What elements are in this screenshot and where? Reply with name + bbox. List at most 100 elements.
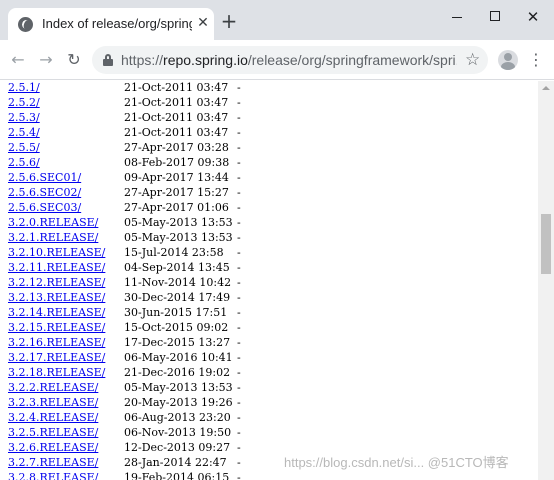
file-size: - [237,81,241,94]
file-size: - [237,111,241,124]
file-size: - [237,96,241,109]
directory-link[interactable]: 3.2.0.RELEASE/ [8,215,98,230]
maximize-icon[interactable] [490,11,500,21]
directory-link[interactable]: 2.5.1/ [8,81,40,95]
modified-date: 06-May-2016 10:41 [124,351,233,364]
directory-link[interactable]: 3.2.1.RELEASE/ [8,230,98,245]
modified-date: 04-Sep-2014 13:45 [124,261,230,274]
reload-icon[interactable]: ↻ [64,50,84,70]
directory-link[interactable]: 2.5.5/ [8,140,40,155]
directory-link[interactable]: 2.5.6.SEC01/ [8,170,81,185]
scroll-up-icon[interactable] [538,81,554,96]
watermark: https://blog.csdn.net/si... @51CTO博客 [284,455,509,470]
file-size: - [237,261,241,274]
browser-toolbar: ← → ↻ https://repo.spring.io/release/org… [0,40,554,80]
file-size: - [237,246,241,259]
new-tab-icon[interactable]: + [220,11,238,31]
scrollbar-thumb[interactable] [541,214,551,274]
file-size: - [237,291,241,304]
modified-date: 12-Dec-2013 09:27 [124,441,231,454]
address-bar[interactable]: https://repo.spring.io/release/org/sprin… [92,46,488,74]
directory-link[interactable]: 3.2.7.RELEASE/ [8,455,98,470]
modified-date: 30-Dec-2014 17:49 [124,291,231,304]
modified-date: 15-Jul-2014 23:58 [124,246,224,259]
modified-date: 30-Jun-2015 17:51 [124,306,228,319]
file-size: - [237,306,241,319]
bookmark-star-icon[interactable]: ☆ [465,50,480,70]
close-window-icon[interactable]: ✕ [522,6,544,28]
file-size: - [237,171,241,184]
url-path: /release/org/springframework/spri... [247,52,457,68]
directory-link[interactable]: 2.5.6/ [8,155,40,170]
file-size: - [237,231,241,244]
modified-date: 09-Apr-2017 13:44 [124,171,229,184]
file-size: - [237,276,241,289]
file-size: - [237,456,241,469]
forward-icon[interactable]: → [36,50,56,70]
modified-date: 05-May-2013 13:53 [124,216,233,229]
file-size: - [237,366,241,379]
directory-link[interactable]: 3.2.2.RELEASE/ [8,380,98,395]
menu-kebab-icon[interactable]: ⋮ [528,50,544,70]
modified-date: 06-Nov-2013 19:50 [124,426,232,439]
modified-date: 28-Jan-2014 22:47 [124,456,227,469]
file-size: - [237,141,241,154]
modified-date: 05-May-2013 13:53 [124,231,233,244]
modified-date: 17-Dec-2015 13:27 [124,336,231,349]
modified-date: 11-Nov-2014 10:42 [124,276,232,289]
url-text[interactable]: https://repo.spring.io/release/org/sprin… [121,52,457,68]
modified-date: 27-Apr-2017 01:06 [124,201,229,214]
directory-link[interactable]: 3.2.13.RELEASE/ [8,290,105,305]
file-size: - [237,126,241,139]
page-content: 2.5.1/21-Oct-2011 03:47-2.5.2/21-Oct-201… [0,81,538,480]
directory-link[interactable]: 3.2.17.RELEASE/ [8,350,105,365]
tab-strip: Index of release/org/springframework ✕ +… [0,0,554,40]
directory-link[interactable]: 3.2.3.RELEASE/ [8,395,98,410]
directory-link[interactable]: 3.2.5.RELEASE/ [8,425,98,440]
modified-date: 15-Oct-2015 09:02 [124,321,229,334]
directory-link[interactable]: 2.5.3/ [8,110,40,125]
directory-link[interactable]: 3.2.16.RELEASE/ [8,335,105,350]
file-size: - [237,186,241,199]
directory-link[interactable]: 3.2.4.RELEASE/ [8,410,98,425]
directory-link[interactable]: 2.5.6.SEC03/ [8,200,81,215]
lock-icon[interactable] [103,54,113,66]
file-size: - [237,396,241,409]
back-icon[interactable]: ← [8,50,28,70]
file-size: - [237,411,241,424]
close-tab-icon[interactable]: ✕ [195,15,211,31]
file-size: - [237,471,241,480]
modified-date: 21-Dec-2016 19:02 [124,366,231,379]
tab-active[interactable]: Index of release/org/springframework ✕ [8,8,214,40]
modified-date: 21-Oct-2011 03:47 [124,81,229,94]
modified-date: 21-Oct-2011 03:47 [124,96,229,109]
directory-link[interactable]: 3.2.18.RELEASE/ [8,365,105,380]
modified-date: 21-Oct-2011 03:47 [124,111,229,124]
modified-date: 27-Apr-2017 15:27 [124,186,229,199]
directory-link[interactable]: 3.2.11.RELEASE/ [8,260,105,275]
directory-link[interactable]: 3.2.14.RELEASE/ [8,305,105,320]
directory-link[interactable]: 2.5.2/ [8,95,40,110]
directory-link[interactable]: 3.2.15.RELEASE/ [8,320,105,335]
file-size: - [237,441,241,454]
modified-date: 21-Oct-2011 03:47 [124,126,229,139]
globe-icon [18,17,33,32]
directory-link[interactable]: 3.2.8.RELEASE/ [8,470,98,480]
file-size: - [237,381,241,394]
modified-date: 06-Aug-2013 23:20 [124,411,231,424]
tab-title: Index of release/org/springframework [42,16,192,31]
minimize-icon[interactable] [452,17,462,18]
file-size: - [237,426,241,439]
modified-date: 08-Feb-2017 09:38 [124,156,230,169]
profile-avatar-icon[interactable] [498,50,518,70]
directory-link[interactable]: 3.2.6.RELEASE/ [8,440,98,455]
file-size: - [237,156,241,169]
vertical-scrollbar[interactable] [538,81,554,480]
file-size: - [237,321,241,334]
directory-link[interactable]: 2.5.4/ [8,125,40,140]
directory-link[interactable]: 2.5.6.SEC02/ [8,185,81,200]
directory-link[interactable]: 3.2.12.RELEASE/ [8,275,105,290]
file-size: - [237,201,241,214]
modified-date: 20-May-2013 19:26 [124,396,233,409]
directory-link[interactable]: 3.2.10.RELEASE/ [8,245,105,260]
